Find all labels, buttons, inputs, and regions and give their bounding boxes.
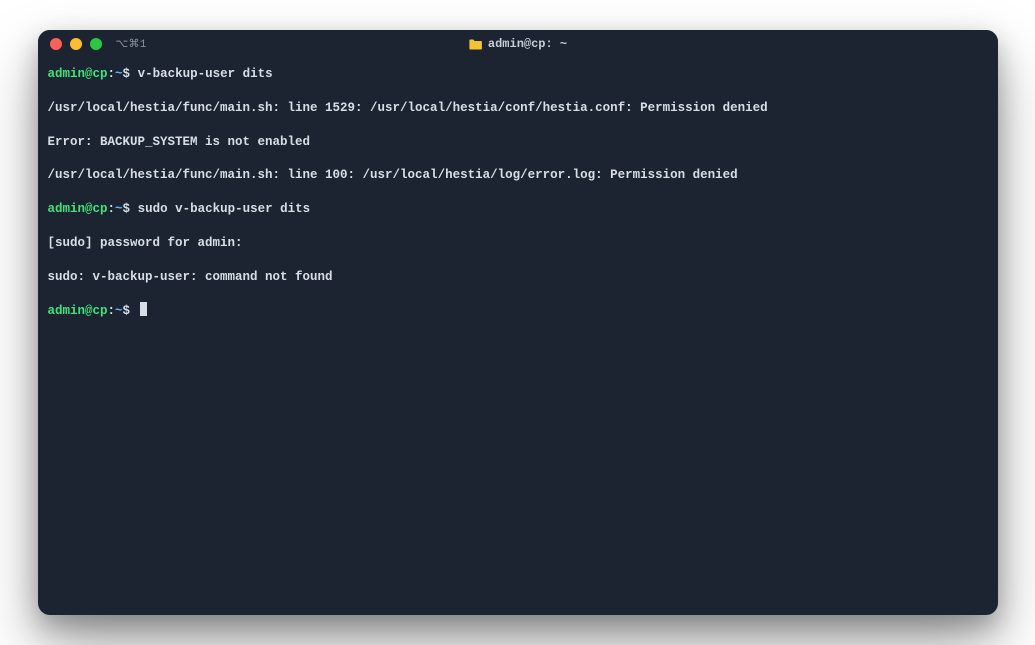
prompt-user-host: admin@cp <box>48 304 108 318</box>
command-text: v-backup-user dits <box>138 67 273 81</box>
terminal-line: admin@cp:~$ sudo v-backup-user dits <box>48 201 988 218</box>
cursor <box>140 302 147 316</box>
terminal-line: Error: BACKUP_SYSTEM is not enabled <box>48 134 988 151</box>
terminal-window: ⌥⌘1 admin@cp: ~ admin@cp:~$ v-backup-use… <box>38 30 998 615</box>
maximize-button[interactable] <box>90 38 102 50</box>
traffic-lights <box>50 38 102 50</box>
prompt-path: ~ <box>115 304 123 318</box>
folder-icon <box>468 39 482 50</box>
prompt-colon: : <box>108 67 116 81</box>
prompt-user-host: admin@cp <box>48 67 108 81</box>
prompt-user-host: admin@cp <box>48 202 108 216</box>
output-text: /usr/local/hestia/func/main.sh: line 152… <box>48 101 768 115</box>
close-button[interactable] <box>50 38 62 50</box>
terminal-line: admin@cp:~$ v-backup-user dits <box>48 66 988 83</box>
output-text: Error: BACKUP_SYSTEM is not enabled <box>48 135 311 149</box>
prompt-path: ~ <box>115 67 123 81</box>
window-title: admin@cp: ~ <box>468 37 567 51</box>
minimize-button[interactable] <box>70 38 82 50</box>
terminal-line: [sudo] password for admin: <box>48 235 988 252</box>
terminal-line: admin@cp:~$ <box>48 302 988 320</box>
prompt-symbol: $ <box>123 304 138 318</box>
output-text: /usr/local/hestia/func/main.sh: line 100… <box>48 168 738 182</box>
terminal-line: /usr/local/hestia/func/main.sh: line 100… <box>48 167 988 184</box>
output-text: sudo: v-backup-user: command not found <box>48 270 333 284</box>
window-title-text: admin@cp: ~ <box>488 37 567 51</box>
tab-shortcut-label: ⌥⌘1 <box>116 37 147 51</box>
terminal-line: /usr/local/hestia/func/main.sh: line 152… <box>48 100 988 117</box>
prompt-path: ~ <box>115 202 123 216</box>
output-text: [sudo] password for admin: <box>48 236 243 250</box>
command-text: sudo v-backup-user dits <box>138 202 311 216</box>
prompt-symbol: $ <box>123 202 138 216</box>
prompt-symbol: $ <box>123 67 138 81</box>
prompt-colon: : <box>108 202 116 216</box>
terminal-line: sudo: v-backup-user: command not found <box>48 269 988 286</box>
terminal-body[interactable]: admin@cp:~$ v-backup-user dits /usr/loca… <box>38 58 998 615</box>
prompt-colon: : <box>108 304 116 318</box>
titlebar[interactable]: ⌥⌘1 admin@cp: ~ <box>38 30 998 58</box>
